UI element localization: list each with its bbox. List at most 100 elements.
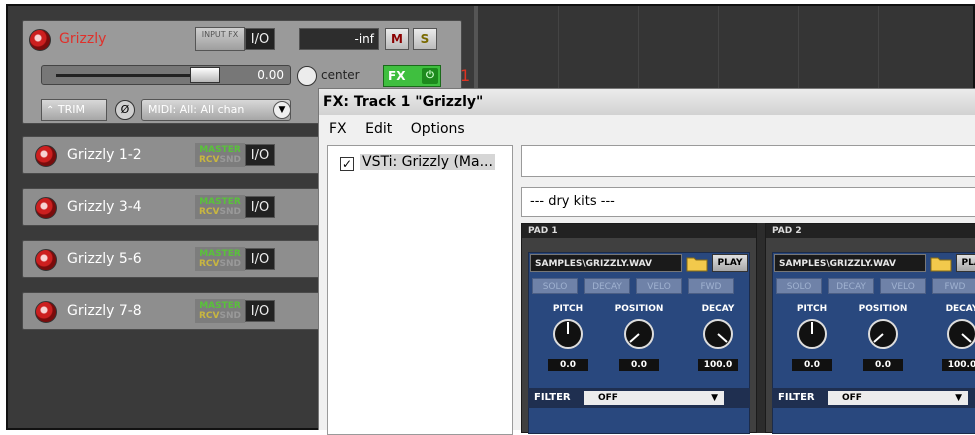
filter-select[interactable]: OFF ▼ (584, 391, 724, 405)
position-label: POSITION (614, 304, 664, 314)
pitch-value: 0.0 (548, 359, 588, 371)
mute-button[interactable]: M (385, 28, 409, 50)
decay-knob[interactable] (946, 318, 975, 350)
rcv-label: RCV (198, 259, 220, 269)
pad-1-panel: PAD 1 SAMPLES\GRIZZLY.WAV PLAY SOLO DECA… (521, 223, 757, 434)
peak-meter: -inf (299, 28, 379, 50)
snd-label: SND (219, 311, 242, 321)
decay-toggle[interactable]: DECAY (828, 278, 874, 294)
play-button[interactable]: PLAY (956, 254, 975, 272)
trim-button[interactable]: ⌃ TRIM (41, 99, 107, 121)
sample-path[interactable]: SAMPLES\GRIZZLY.WAV (774, 254, 926, 272)
phase-invert-button[interactable]: Ø (115, 100, 135, 120)
volume-value: 0.00 (257, 68, 284, 82)
master-send-indicator[interactable]: MASTER RCVSND (195, 247, 245, 271)
fader-handle[interactable] (190, 67, 220, 83)
solo-toggle[interactable]: SOLO (776, 278, 822, 294)
fx-window: FX: Track 1 "Grizzly" FX Edit Options ✓ V… (318, 88, 975, 435)
master-label: MASTER (199, 197, 241, 207)
position-knob[interactable] (867, 318, 899, 350)
filter-label: FILTER (534, 392, 571, 403)
record-arm-button[interactable] (35, 197, 57, 219)
preset-field[interactable] (521, 145, 975, 177)
master-send-indicator[interactable]: MASTER RCVSND (195, 143, 245, 167)
fx-window-title[interactable]: FX: Track 1 "Grizzly" (319, 89, 975, 115)
filter-row: FILTER OFF ▼ (772, 388, 975, 408)
folder-icon[interactable] (930, 254, 952, 272)
solo-button[interactable]: S (413, 28, 437, 50)
fwd-toggle[interactable]: FWD (688, 278, 734, 294)
filter-row: FILTER OFF ▼ (528, 388, 750, 408)
decay-value: 100.0 (942, 359, 975, 371)
midi-input-select[interactable]: MIDI: All: All chan (141, 99, 291, 121)
input-fx-label: INPUT FX (201, 30, 239, 39)
position-knob[interactable] (623, 318, 655, 350)
midi-input-label: MIDI: All: All chan (148, 103, 245, 116)
record-arm-button[interactable] (35, 249, 57, 271)
pad-header: PAD 2 (766, 224, 975, 238)
fx-chain-item[interactable]: ✓ VSTi: Grizzly (Ma... (340, 152, 495, 172)
pitch-knob[interactable] (552, 318, 584, 350)
fx-button[interactable]: FX ⏻ (383, 65, 441, 87)
menu-fx[interactable]: FX (329, 121, 347, 137)
record-arm-button[interactable] (29, 29, 51, 51)
io-button[interactable]: I/O (245, 300, 275, 322)
input-fx-button[interactable]: INPUT FX (195, 27, 245, 51)
volume-fader[interactable]: 0.00 (41, 65, 291, 85)
position-value: 0.0 (619, 359, 659, 371)
record-arm-button[interactable] (35, 301, 57, 323)
chevron-down-icon[interactable]: ▼ (273, 101, 291, 119)
fx-enable-checkbox[interactable]: ✓ (340, 157, 354, 171)
fx-chain-list[interactable]: ✓ VSTi: Grizzly (Ma... (327, 145, 513, 435)
fx-bypass-icon[interactable]: ⏻ (422, 68, 438, 84)
master-send-indicator[interactable]: MASTER RCVSND (195, 195, 245, 219)
play-button[interactable]: PLAY (712, 254, 748, 272)
pitch-label: PITCH (552, 304, 584, 314)
sample-path[interactable]: SAMPLES\GRIZZLY.WAV (530, 254, 682, 272)
track-number: 1 (460, 66, 471, 85)
filter-select[interactable]: OFF ▼ (828, 391, 968, 405)
rcv-label: RCV (198, 155, 220, 165)
master-label: MASTER (199, 249, 241, 259)
fx-item-label[interactable]: VSTi: Grizzly (Ma... (360, 154, 495, 170)
folder-icon[interactable] (686, 254, 708, 272)
track-name[interactable]: Grizzly 1-2 (67, 147, 142, 163)
decay-value: 100.0 (698, 359, 738, 371)
menu-options[interactable]: Options (411, 121, 465, 137)
velo-toggle[interactable]: VELO (636, 278, 682, 294)
decay-knob[interactable] (702, 318, 734, 350)
solo-toggle[interactable]: SOLO (532, 278, 578, 294)
rcv-label: RCV (198, 207, 220, 217)
track-name[interactable]: Grizzly 5-6 (67, 251, 142, 267)
decay-label: DECAY (945, 304, 975, 314)
fwd-toggle[interactable]: FWD (932, 278, 975, 294)
position-label: POSITION (858, 304, 908, 314)
kit-select[interactable]: --- dry kits --- (521, 187, 975, 217)
master-send-indicator[interactable]: MASTER RCVSND (195, 299, 245, 323)
snd-label: SND (219, 259, 242, 269)
decay-toggle[interactable]: DECAY (584, 278, 630, 294)
io-button[interactable]: I/O (245, 196, 275, 218)
fx-menubar: FX Edit Options (319, 117, 975, 141)
velo-toggle[interactable]: VELO (880, 278, 926, 294)
io-button[interactable]: I/O (245, 248, 275, 270)
menu-edit[interactable]: Edit (365, 121, 392, 137)
decay-label: DECAY (701, 304, 735, 314)
filter-value: OFF (842, 393, 862, 403)
master-label: MASTER (199, 145, 241, 155)
track-name[interactable]: Grizzly 3-4 (67, 199, 142, 215)
track-name[interactable]: Grizzly 7-8 (67, 303, 142, 319)
track-name[interactable]: Grizzly (59, 31, 106, 47)
record-arm-button[interactable] (35, 145, 57, 167)
snd-label: SND (219, 207, 242, 217)
pad-2-panel: PAD 2 SAMPLES\GRIZZLY.WAV PLAY SOLO DECA… (765, 223, 975, 434)
snd-label: SND (219, 155, 242, 165)
master-label: MASTER (199, 301, 241, 311)
pan-knob[interactable] (297, 66, 317, 86)
io-button[interactable]: I/O (245, 28, 275, 50)
pan-value: center (321, 68, 360, 82)
pitch-value: 0.0 (792, 359, 832, 371)
filter-label: FILTER (778, 392, 815, 403)
pitch-knob[interactable] (796, 318, 828, 350)
io-button[interactable]: I/O (245, 144, 275, 166)
